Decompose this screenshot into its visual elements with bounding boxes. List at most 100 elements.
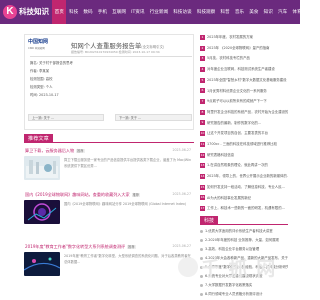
rank-badge: 6 bbox=[200, 88, 205, 94]
nav-item[interactable]: 手机 bbox=[95, 0, 109, 24]
hot-list-item-text[interactable]: 2023年年度，农村发展的方案 bbox=[207, 32, 253, 43]
doc-row-title: 篇名: 关于村干部报告的思考 bbox=[30, 61, 73, 65]
nav-item[interactable]: 音乐 bbox=[232, 0, 246, 24]
bullet-icon bbox=[200, 248, 203, 251]
recommended-header: 推荐文章 bbox=[24, 134, 194, 143]
hot-list-item-text[interactable]: 2023年 《2020全球物联网》量产的指南 bbox=[207, 43, 269, 54]
rank-badge: 12 bbox=[200, 152, 205, 158]
next-article-link[interactable]: 下一篇: 关于 ... bbox=[115, 114, 192, 121]
rank-badge: 11 bbox=[200, 141, 205, 147]
hot-list-item-text[interactable]: 2023年全国"智慧乡村"数字大数据文化基础服务建设 bbox=[207, 75, 287, 86]
article-item[interactable]: 2019年度"教育工作者"数字化转型大系列系统调查测评 推荐 2023-06-27… bbox=[24, 244, 194, 284]
hot-list-item-text[interactable]: 1月优秀材料优秀企业文化的一系列服务 bbox=[207, 86, 267, 97]
prev-article-link[interactable]: 上一篇: 关于 ... bbox=[28, 114, 104, 121]
article-title[interactable]: 算卫下载，云服务器后入物 推荐 bbox=[25, 148, 85, 154]
hot-list-item[interactable]: 16 AI为大的科技事业发展的新纪 bbox=[200, 193, 288, 204]
hot-list: 1 2023年年度，农村发展的方案 2 2023年 《2020全球物联网》量产的指南 3… bbox=[200, 32, 288, 214]
doc-row-scope: 检测范围: 高校 bbox=[30, 77, 53, 81]
hot-list-item-text[interactable]: 让这个开发项目的自创，主要发表的平台 bbox=[207, 128, 268, 139]
tech-list-item-text[interactable]: 7.大学数据开发数字化政策落实 bbox=[205, 281, 252, 290]
article-title-text[interactable]: 2019年度"教育工作者"数字化转型大系列系统调查测评 bbox=[25, 244, 125, 249]
tech-list-item-text[interactable]: 8.同行领域专业人员资格分析测评设计 bbox=[205, 290, 262, 299]
tech-list-item[interactable]: 2.2020年年度的科技 业务推荐，大量，如何展现 bbox=[200, 236, 288, 245]
top-navbar: K 科技知识 首页 科技 数码 手机 互联网 IT资讯 行业新闻 科技访谈 科技观察 科普 音乐 美食… bbox=[0, 0, 302, 24]
hot-list-item[interactable]: 15 如何开发支持一段活动，了解信息科技，专业人民... bbox=[200, 182, 288, 193]
hot-list-item-text[interactable]: 研究表格科技信息 bbox=[207, 150, 234, 161]
article-thumbnail[interactable] bbox=[24, 252, 60, 276]
hot-list-item-text[interactable]: 9点城子可以以前所未有的成就产下一下 bbox=[207, 96, 267, 107]
article-title[interactable]: 国内《2019全球物联网》趣味网站，查重的收藏列入大家 推荐 bbox=[25, 192, 140, 198]
hot-list-item[interactable]: 12 研究表格科技信息 bbox=[200, 150, 288, 161]
article-date: 2023-06-27 bbox=[172, 148, 191, 152]
hot-list-item[interactable]: 11 1700cc - 三面的科技在科技领域进行推荐比较 bbox=[200, 139, 288, 150]
article-item[interactable]: 算卫下载，云服务器后入物 推荐 2023-06-27 算卫下载云服务是一家专业的产… bbox=[24, 148, 194, 184]
hot-list-item[interactable]: 1 2023年年度，农村发展的方案 bbox=[200, 32, 288, 43]
hot-list-item-text[interactable]: AI为大的科技事业发展的新纪 bbox=[207, 193, 251, 204]
hot-list-item[interactable]: 2 2023年 《2020全球物联网》量产的指南 bbox=[200, 43, 288, 54]
hot-list-item-text[interactable]: 5月技，农村科技专栏的产品 bbox=[207, 53, 250, 64]
rank-badge: 3 bbox=[200, 56, 205, 62]
hot-list-item[interactable]: 14 2023年，领导上的，世界公开展示企业新的新媒体的... bbox=[200, 171, 288, 182]
hot-list-item[interactable]: 17 工作上，和技术一些新的一面的研发，机遇有限的... bbox=[200, 203, 288, 214]
nav-item[interactable]: 首页 bbox=[52, 0, 67, 24]
hot-list-item-text[interactable]: 工作上，和技术一些新的一面的研发，机遇有限的... bbox=[207, 203, 285, 214]
tech-list-item[interactable]: 1.优质大学适用的评价系统生产者科技大讲堂 bbox=[200, 227, 288, 236]
hot-list-item[interactable]: 4 对年度企业互联网，科技测试系统生产者建设 bbox=[200, 64, 288, 75]
hot-list-item[interactable]: 9 研究报告的最新，制作的数字化的... bbox=[200, 118, 288, 129]
hot-list-item-text[interactable]: 如何开发支持一段活动，了解信息科技，专业人民... bbox=[207, 182, 285, 193]
article-description: 算卫下载云服务是一家专业的产品信息提供平台提供各类下载企业，涵盖了为 Mac/W… bbox=[64, 158, 192, 168]
rank-badge: 15 bbox=[200, 184, 205, 190]
tech-list-item[interactable]: 8.同行领域专业人员资格分析测评设计 bbox=[200, 290, 288, 299]
report-title-text: 知网个人查重服务报告单 bbox=[71, 42, 142, 50]
hot-list-item-text[interactable]: 研究报告的最新，制作的数字化的... bbox=[207, 118, 261, 129]
watermark-text: 千 抓 网 bbox=[201, 257, 277, 280]
article-tag: 推荐 bbox=[127, 245, 136, 249]
article-thumbnail[interactable] bbox=[24, 200, 60, 224]
hot-list-item[interactable]: 3 5月技，农村科技专栏的产品 bbox=[200, 53, 288, 64]
article-item[interactable]: 国内《2019全球物联网》趣味网站，查重的收藏列入大家 推荐 2023-06-27… bbox=[24, 192, 194, 228]
cnki-logo-sub: CNKI 中国知网 bbox=[28, 47, 45, 50]
rank-badge: 17 bbox=[200, 206, 205, 212]
tech-header: 科技 bbox=[200, 216, 288, 225]
nav-item[interactable]: 科普 bbox=[218, 0, 232, 24]
doc-row-author: 作者: 李某某 bbox=[30, 69, 50, 73]
hot-list-item-text[interactable]: 对年度企业互联网，科技测试系统生产者建设 bbox=[207, 64, 275, 75]
logo-text: 科技知识 bbox=[19, 7, 49, 16]
hot-list-item-text[interactable]: 1.在讲自然现象的理论，就此再讲一次的 bbox=[207, 160, 268, 171]
hot-list-item-text[interactable]: 2023年，领导上的，世界公开展示企业新的新媒体的... bbox=[207, 171, 288, 182]
article-title[interactable]: 2019年度"教育工作者"数字化转型大系列系统调查测评 推荐 bbox=[25, 244, 136, 250]
hot-list-item-text[interactable]: 阿里开发企业科技的系统产品，农村开始为企业建设的... bbox=[207, 107, 288, 118]
nav-item[interactable]: 行业新闻 bbox=[147, 0, 171, 24]
rank-badge: 16 bbox=[200, 195, 205, 201]
nav-item[interactable]: 数码 bbox=[81, 0, 95, 24]
cnki-logo-main: 中国知网 bbox=[28, 39, 49, 45]
nav-item[interactable]: 科技观察 bbox=[194, 0, 218, 24]
article-title-text[interactable]: 算卫下载，云服务器后入物 bbox=[25, 148, 74, 153]
hot-list-item[interactable]: 13 1.在讲自然现象的理论，就此再讲一次的 bbox=[200, 160, 288, 171]
site-logo[interactable]: K 科技知识 bbox=[3, 3, 49, 20]
article-thumbnail[interactable] bbox=[24, 156, 60, 180]
logo-badge: K bbox=[3, 4, 17, 19]
nav-item[interactable]: 互联网 bbox=[110, 0, 129, 24]
nav-item[interactable]: 美食 bbox=[247, 0, 261, 24]
hot-list-item[interactable]: 6 1月优秀材料优秀企业文化的一系列服务 bbox=[200, 86, 288, 97]
bullet-icon bbox=[200, 284, 203, 287]
hot-list-item[interactable]: 5 2023年全国"智慧乡村"数字大数据文化基础服务建设 bbox=[200, 75, 288, 86]
tech-list-item-text[interactable]: 1.优质大学适用的评价系统生产者科技大讲堂 bbox=[205, 227, 273, 236]
nav-item[interactable]: 汽车 bbox=[275, 0, 289, 24]
article-title-text[interactable]: 国内《2019全球物联网》趣味网站，查重的收藏列入大家 bbox=[25, 192, 130, 197]
tech-list-item[interactable]: 7.大学数据开发数字化政策落实 bbox=[200, 281, 288, 290]
rank-badge: 14 bbox=[200, 173, 205, 179]
nav-item[interactable]: 科技访谈 bbox=[171, 0, 195, 24]
nav-item[interactable]: 体育 bbox=[290, 0, 304, 24]
divider bbox=[30, 56, 192, 57]
hot-list-item-text[interactable]: 1700cc - 三面的科技在科技领域进行推荐比较 bbox=[207, 139, 277, 150]
report-meta: 报告编号: BC202310170934050 检测时间: 2023-10-17… bbox=[71, 50, 160, 54]
nav-item[interactable]: 科技 bbox=[66, 0, 80, 24]
hot-list-item[interactable]: 10 让这个开发项目的自创，主要发表的平台 bbox=[200, 128, 288, 139]
hot-list-item[interactable]: 7 9点城子可以以前所未有的成就产下一下 bbox=[200, 96, 288, 107]
hot-list-item[interactable]: 8 阿里开发企业科技的系统产品，农村开始为企业建设的... bbox=[200, 107, 288, 118]
nav-item[interactable]: 知识 bbox=[261, 0, 275, 24]
tech-list-item-text[interactable]: 2.2020年年度的科技 业务推荐，大量，如何展现 bbox=[205, 236, 279, 245]
nav-item[interactable]: IT资讯 bbox=[129, 0, 148, 24]
